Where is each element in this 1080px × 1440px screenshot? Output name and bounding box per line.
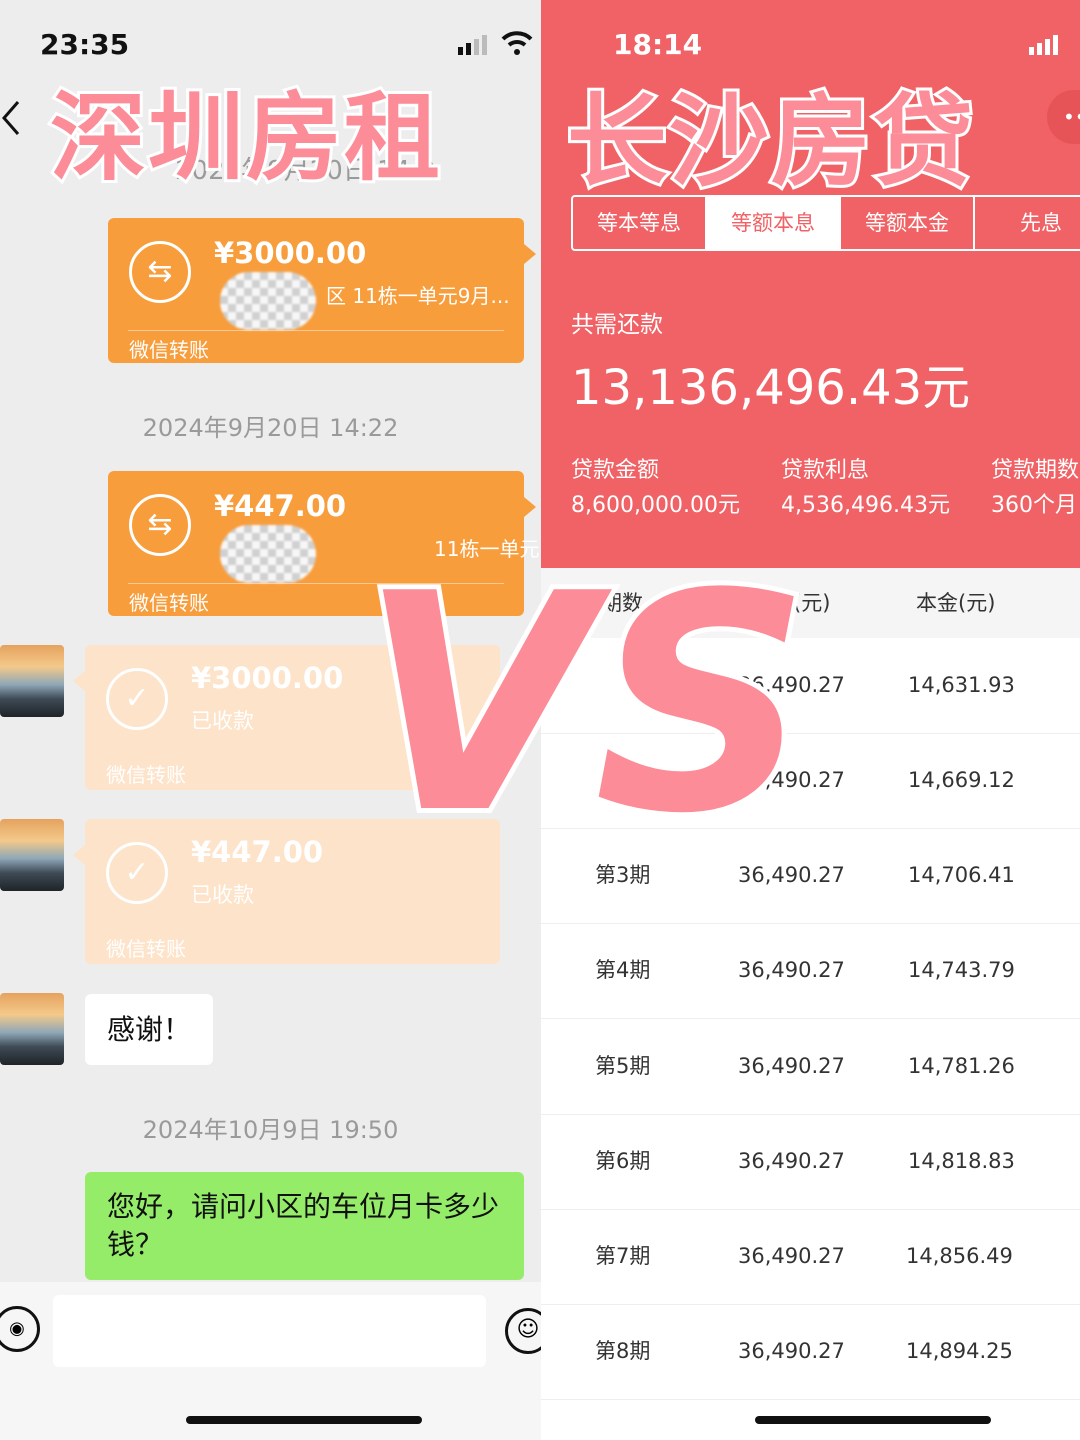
chat-timestamp: 2024年9月20日 14:22 [142,414,399,442]
loan-term-value: 360个月 [991,493,1077,518]
row-principal: 14,818.83 [908,1149,1015,1173]
card-divider [128,330,504,331]
row-period: 第5期 [595,1054,651,1078]
signal-icon [1027,34,1063,60]
thanks-bubble[interactable]: 感谢！ [85,994,214,1065]
row-principal: 14,781.26 [908,1054,1015,1078]
table-row: 第8期 36,490.27 14,894.25 [541,1304,1080,1400]
row-period: 第8期 [595,1339,651,1363]
status-time: 23:35 [40,28,130,61]
transfer-amount: ¥3000.00 [214,236,367,270]
row-principal: 14,894.25 [906,1339,1013,1363]
transfer-amount: ¥447.00 [214,489,347,523]
received-amount: ¥3000.00 [191,661,344,695]
status-time: 18:14 [613,28,703,61]
transfer-card-1[interactable]: ⇆ ¥3000.00 区 11栋一单元9月... 微信转账 [108,218,536,363]
row-payment: 36,490.27 [738,1149,845,1173]
back-icon[interactable] [0,98,22,142]
redacted-blur [220,525,316,583]
total-label: 共需还款 [571,312,663,338]
row-payment: 36,490.27 [738,1244,845,1268]
row-payment: 36,490.27 [738,1339,845,1363]
row-payment: 36,490.27 [738,958,845,982]
loan-amount-value: 8,600,000.00元 [571,493,740,518]
row-principal: 14,856.49 [906,1244,1013,1268]
row-period: 第4期 [595,958,651,982]
overlay-title: 深圳房租 [47,79,443,197]
received-amount: ¥447.00 [191,835,324,869]
my-message-bubble[interactable]: 您好，请问小区的车位月卡多少钱？ [85,1172,524,1280]
overlay-title: 长沙房贷 [564,80,976,203]
table-row: 第7期 36,490.27 14,856.49 [541,1209,1080,1305]
row-period: 第7期 [595,1244,651,1268]
row-principal: 14,631.93 [908,673,1015,697]
col-principal: 本金(元) [916,591,996,615]
redacted-blur [220,272,316,330]
transfer-icon: ⇆ [129,494,191,556]
loan-interest-label: 贷款利息 [781,458,870,483]
vs-overlay: VS [355,530,815,879]
transfer-icon: ⇆ [129,241,191,303]
row-principal: 14,706.41 [908,863,1015,887]
wifi-icon [500,30,534,60]
received-label: 微信转账 [106,763,186,787]
total-value: 13,136,496.43元 [571,360,971,416]
loan-term-label: 贷款期数 [991,458,1080,483]
message-input[interactable] [53,1295,486,1367]
row-payment: 36,490.27 [738,1054,845,1078]
avatar[interactable] [0,819,64,891]
home-indicator [755,1416,991,1424]
chat-timestamp: 2024年10月9日 19:50 [142,1116,399,1144]
table-row: 第6期 36,490.27 14,818.83 [541,1114,1080,1210]
loan-amount-label: 贷款金额 [571,458,660,483]
loan-interest-value: 4,536,496.43元 [781,493,950,518]
transfer-label: 微信转账 [129,338,209,362]
table-row: 第4期 36,490.27 14,743.79 [541,923,1080,1019]
received-status: 已收款 [191,709,254,733]
transfer-label: 微信转账 [129,591,209,615]
row-principal: 14,743.79 [908,958,1015,982]
table-row: 第5期 36,490.27 14,781.26 [541,1019,1080,1115]
avatar[interactable] [0,993,64,1065]
signal-icon [456,34,492,60]
tab-interest-first[interactable]: 先息 [975,197,1080,249]
row-principal: 14,669.12 [908,768,1015,792]
row-period: 第6期 [595,1149,651,1173]
check-icon: ✓ [106,842,168,904]
received-label: 微信转账 [106,937,186,961]
avatar[interactable] [0,645,64,717]
check-icon: ✓ [106,668,168,730]
home-indicator [186,1416,422,1424]
received-status: 已收款 [191,883,254,907]
transfer-note: 区 11栋一单元9月... [326,284,510,308]
